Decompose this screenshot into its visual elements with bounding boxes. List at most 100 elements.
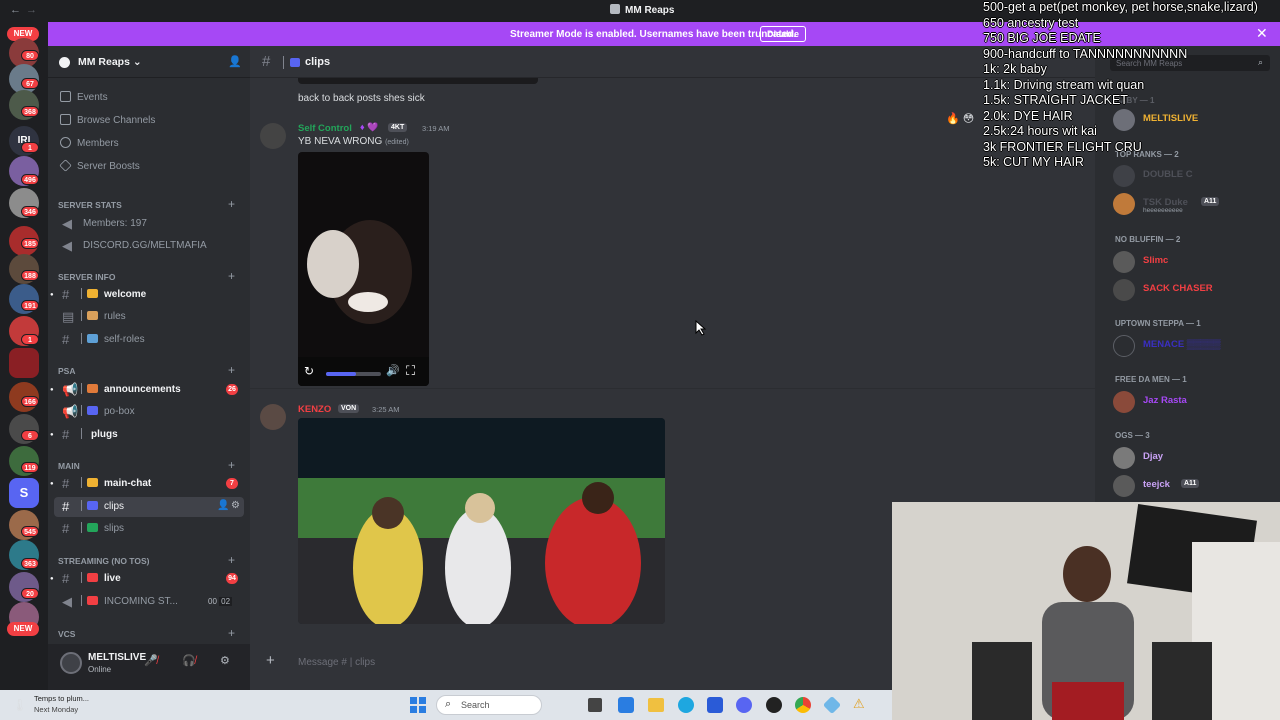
hash-icon: #: [62, 287, 70, 302]
channel-live[interactable]: ● # live 94: [50, 569, 244, 589]
mention-badge: 7: [226, 478, 238, 489]
invite-people-icon[interactable]: 👤: [228, 55, 242, 68]
task-view-icon[interactable]: [588, 698, 602, 712]
category-server-info[interactable]: SERVER INFO +: [58, 269, 240, 284]
member-avatar: [1113, 109, 1135, 131]
edge-icon[interactable]: [678, 697, 694, 713]
announcement-icon: 📢: [62, 382, 79, 397]
channel-po-box[interactable]: 📢 po-box: [54, 402, 244, 422]
category-main[interactable]: MAIN +: [58, 458, 240, 473]
file-explorer-icon[interactable]: [648, 698, 664, 712]
store-icon[interactable]: [707, 697, 723, 713]
category-vcs[interactable]: VCs +: [58, 626, 240, 641]
nav-members[interactable]: Members: [58, 134, 240, 154]
server-tag[interactable]: VON: [338, 404, 360, 413]
user-avatar[interactable]: [60, 652, 82, 674]
video-attachment[interactable]: ↻ 🔊 ⛶: [298, 152, 429, 386]
forward-arrow-icon[interactable]: →: [26, 4, 37, 16]
add-channel-icon[interactable]: +: [228, 553, 235, 567]
category-psa[interactable]: PSA +: [58, 363, 240, 378]
channel-incoming-stream[interactable]: ◀ INCOMING ST... 00 02: [54, 592, 244, 612]
member-row[interactable]: TSK Duke A11 heeeeeeeeee: [1113, 192, 1278, 216]
member-row[interactable]: Jaz Rasta: [1113, 390, 1278, 414]
channel-welcome[interactable]: ● # welcome: [50, 285, 244, 305]
add-channel-icon[interactable]: +: [228, 363, 235, 377]
member-row[interactable]: Djay: [1113, 446, 1278, 470]
back-arrow-icon[interactable]: ←: [10, 4, 21, 16]
fullscreen-icon[interactable]: ⛶: [406, 363, 415, 379]
author-name[interactable]: Self Control: [298, 123, 352, 134]
nav-events[interactable]: Events: [58, 88, 240, 108]
divider: [81, 310, 82, 321]
windows-start-icon[interactable]: [410, 697, 426, 713]
server-icon[interactable]: S: [9, 478, 39, 508]
taskbar-search[interactable]: ⌕ Search: [436, 695, 542, 715]
invite-icon[interactable]: 👤: [217, 500, 229, 511]
member-avatar: [1113, 335, 1135, 357]
channel-plugs[interactable]: ● # plugs: [50, 425, 244, 445]
nav-boosts-label: Server Boosts: [77, 161, 140, 172]
category-label: SERVER STATS: [58, 200, 122, 210]
warning-icon[interactable]: ⚠: [853, 696, 865, 712]
channel-discord-link[interactable]: ◀ DISCORD.GG/MELTMAFIA: [54, 236, 244, 256]
nav-server-boosts[interactable]: Server Boosts: [58, 157, 240, 177]
author-avatar[interactable]: [260, 123, 286, 149]
settings-gear-icon[interactable]: ⚙: [231, 500, 240, 511]
server-icon[interactable]: [9, 348, 39, 378]
category-server-stats[interactable]: SERVER STATS +: [58, 197, 240, 212]
disable-streamer-mode-button[interactable]: Disable: [760, 26, 807, 42]
emoji-icon: [87, 334, 98, 343]
app-icon[interactable]: [822, 695, 842, 715]
previous-attachment[interactable]: [298, 78, 538, 84]
server-badge: 346: [21, 206, 39, 217]
close-banner-icon[interactable]: ✕: [1256, 25, 1268, 42]
message-text: YB NEVA WRONG: [298, 136, 383, 147]
hash-icon: #: [62, 521, 70, 536]
user-settings-gear-icon[interactable]: ⚙: [220, 654, 230, 667]
member-row[interactable]: SACK CHASER: [1113, 278, 1278, 302]
author-avatar[interactable]: [260, 404, 286, 430]
obs-icon[interactable]: [766, 697, 782, 713]
mic-muted-icon[interactable]: 🎤̸: [144, 654, 158, 667]
channel-slips[interactable]: # slips: [54, 519, 244, 539]
add-channel-icon[interactable]: +: [228, 626, 235, 640]
chrome-icon[interactable]: [795, 697, 811, 713]
discord-icon[interactable]: [736, 697, 752, 713]
member-row[interactable]: MENACE ▒▒▒▒▒: [1113, 334, 1278, 358]
member-row[interactable]: teejck A11: [1113, 474, 1278, 498]
app-icon[interactable]: [618, 697, 634, 713]
server-badge: 166: [21, 396, 39, 407]
search-input[interactable]: Search MM Reaps ⌕: [1110, 55, 1270, 71]
headphones-deafened-icon[interactable]: 🎧̸: [182, 654, 196, 667]
video-progress-track[interactable]: [326, 372, 381, 376]
add-channel-icon[interactable]: +: [228, 197, 235, 211]
replay-icon[interactable]: ↻: [304, 364, 314, 378]
channel-rules[interactable]: ▤ rules: [54, 307, 244, 327]
weather-line1: Temps to plum...: [34, 694, 90, 703]
member-row[interactable]: MELTISLIVE: [1113, 108, 1278, 132]
message-input[interactable]: Message # | clips: [298, 657, 375, 668]
category-label: PSA: [58, 366, 76, 376]
member-row[interactable]: Slimc: [1113, 250, 1278, 274]
member-row[interactable]: DOUBLE C: [1113, 164, 1278, 188]
channel-self-roles[interactable]: # self-roles: [54, 330, 244, 350]
channel-members-count[interactable]: ◀ Members: 197: [54, 214, 244, 234]
add-channel-icon[interactable]: +: [228, 458, 235, 472]
nav-browse-channels[interactable]: Browse Channels: [58, 111, 240, 131]
channel-header: # clips: [250, 46, 1095, 78]
channel-clips[interactable]: # clips 👤 ⚙: [54, 497, 244, 517]
browse-channels-icon: [60, 114, 71, 125]
author-name[interactable]: KENZO: [298, 404, 331, 415]
add-channel-icon[interactable]: +: [228, 269, 235, 283]
add-attachment-icon[interactable]: +: [266, 652, 275, 669]
category-streaming[interactable]: STREAMING (NO TOS) +: [58, 553, 240, 568]
channel-main-chat[interactable]: ● # main-chat 7: [50, 474, 244, 494]
server-badge: 6: [21, 430, 39, 441]
hash-icon: #: [62, 476, 70, 491]
server-tag[interactable]: 4KT: [388, 123, 408, 132]
image-attachment[interactable]: [298, 418, 665, 624]
weather-icon[interactable]: 🌡: [12, 698, 27, 712]
channel-announcements[interactable]: ● 📢 announcements 26: [50, 380, 244, 400]
server-header[interactable]: MM Reaps ⌄ 👤: [48, 46, 250, 78]
volume-icon[interactable]: 🔊: [386, 364, 400, 377]
